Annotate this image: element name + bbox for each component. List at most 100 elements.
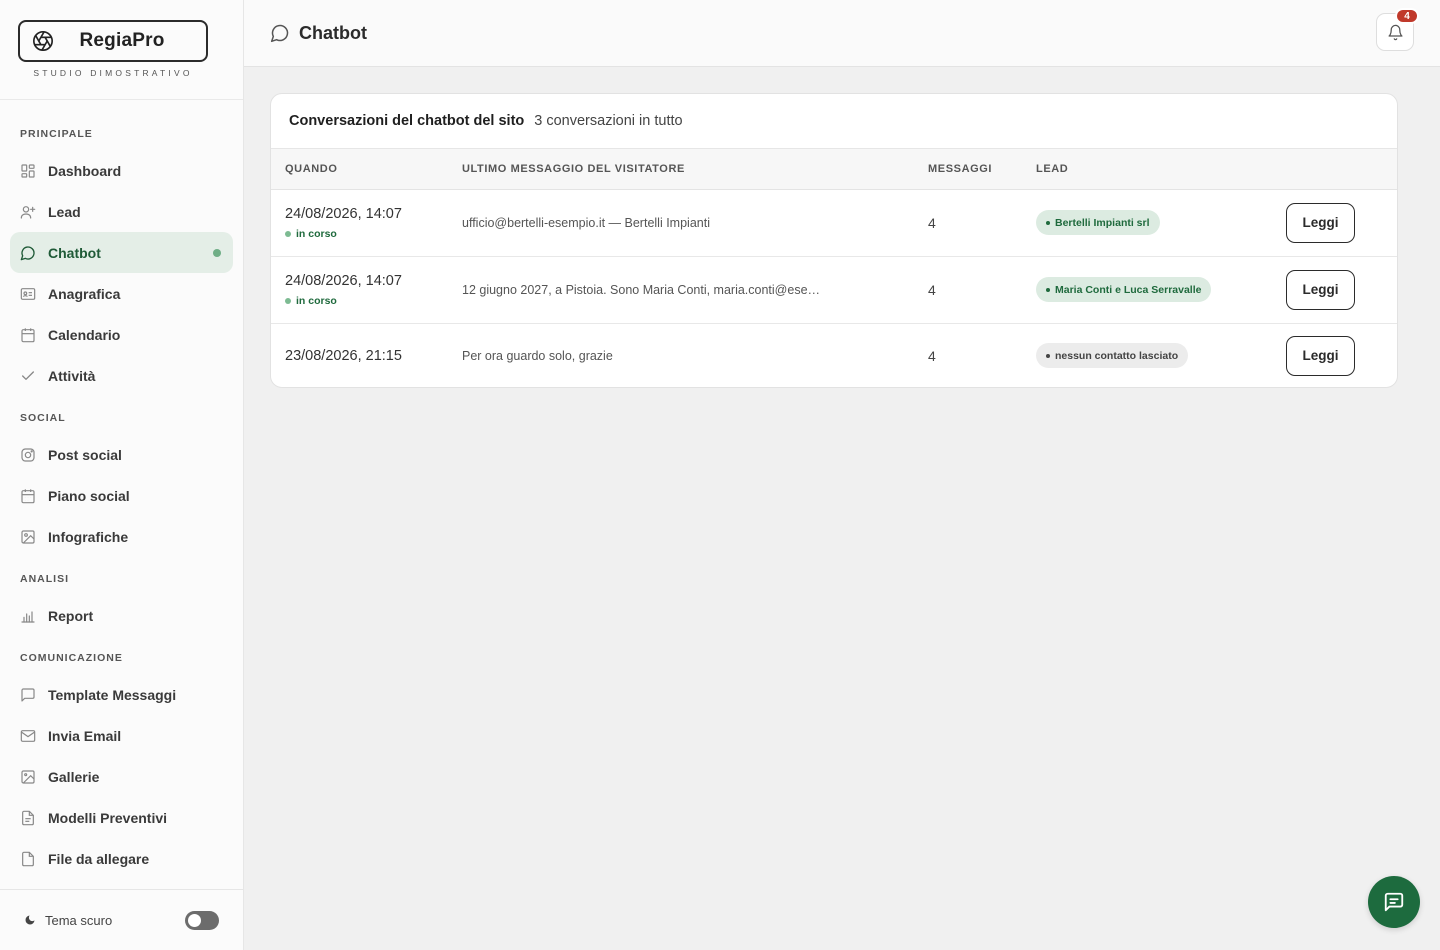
cell-action: Leggi: [1272, 256, 1397, 323]
sidebar-item-template-messaggi[interactable]: Template Messaggi: [10, 674, 233, 715]
read-button[interactable]: Leggi: [1286, 335, 1355, 376]
table-header-row: QUANDO ULTIMO MESSAGGIO DEL VISITATORE M…: [271, 149, 1397, 190]
sidebar-item-infografiche[interactable]: Infografiche: [10, 516, 233, 557]
message-count: 4: [928, 281, 936, 298]
page-title: Chatbot: [299, 22, 367, 43]
sidebar-item-label: Anagrafica: [48, 285, 121, 302]
sidebar-item-modelli-preventivi[interactable]: Modelli Preventivi: [10, 797, 233, 838]
sidebar-item-label: Modelli Preventivi: [48, 809, 168, 826]
sidebar-item-label: Calendario: [48, 326, 121, 343]
sidebar-item-attività[interactable]: Attività: [10, 355, 233, 396]
sidebar-item-piano-social[interactable]: Piano social: [10, 475, 233, 516]
active-indicator-dot: [213, 249, 221, 257]
sidebar-item-dashboard[interactable]: Dashboard: [10, 150, 233, 191]
sidebar-item-label: Gallerie: [48, 768, 100, 785]
calendar-icon: [20, 327, 36, 343]
conversation-date: 23/08/2026, 21:15: [285, 347, 402, 364]
last-message: 12 giugno 2027, a Pistoia. Sono Maria Co…: [462, 282, 821, 297]
last-message: ufficio@bertelli-esempio.it — Bertelli I…: [462, 215, 710, 230]
sidebar-item-label: File da allegare: [48, 850, 150, 867]
card-title: Conversazioni del chatbot del sito: [289, 113, 525, 129]
status-dot: [285, 230, 291, 237]
instagram-icon: [20, 447, 36, 463]
sidebar-item-anagrafica[interactable]: Anagrafica: [10, 273, 233, 314]
notification-badge: 4: [1395, 8, 1419, 24]
lead-chip[interactable]: nessun contatto lasciato: [1036, 343, 1189, 369]
lead-dot: [1046, 287, 1050, 292]
cell-when: 23/08/2026, 21:15: [271, 323, 448, 387]
cell-lead: nessun contatto lasciato: [1022, 323, 1272, 387]
table-body: 24/08/2026, 14:07 in corso ufficio@bertel…: [271, 189, 1397, 387]
table-row[interactable]: 24/08/2026, 14:07 in corso 12 giugno 2027…: [271, 256, 1397, 323]
cell-action: Leggi: [1272, 189, 1397, 256]
read-button[interactable]: Leggi: [1286, 202, 1355, 243]
dark-theme-label: Tema scuro: [45, 912, 113, 928]
column-header-when[interactable]: QUANDO: [271, 149, 448, 190]
sidebar-item-label: Attività: [48, 367, 96, 384]
sidebar-item-label: Chatbot: [48, 244, 101, 261]
cell-when: 24/08/2026, 14:07 in corso: [271, 256, 448, 323]
sidebar-item-chatbot[interactable]: Chatbot: [10, 232, 233, 273]
column-header-last-message[interactable]: ULTIMO MESSAGGIO DEL VISITATORE: [448, 149, 914, 190]
mail-icon: [20, 728, 36, 744]
brand-subtitle: STUDIO DIMOSTRATIVO: [33, 68, 193, 78]
lead-chip[interactable]: Maria Conti e Luca Serravalle: [1036, 277, 1212, 302]
table-row[interactable]: 24/08/2026, 14:07 in corso ufficio@bertel…: [271, 189, 1397, 256]
image-icon: [20, 529, 36, 545]
chat-fab-button[interactable]: [1368, 876, 1420, 928]
lead-name: Bertelli Impianti srl: [1055, 216, 1150, 229]
table-row[interactable]: 23/08/2026, 21:15 Per ora guardo solo, g…: [271, 323, 1397, 387]
lead-name: nessun contatto lasciato: [1055, 349, 1179, 362]
file-icon: [20, 851, 36, 867]
bell-icon: [1387, 24, 1403, 40]
conversation-date: 24/08/2026, 14:07: [285, 272, 402, 289]
sidebar-item-report[interactable]: Report: [10, 595, 233, 636]
card-header: Conversazioni del chatbot del sito 3 con…: [271, 94, 1397, 149]
sidebar-nav: PRINCIPALE Dashboard Lead Chatbot Anagrafica…: [0, 100, 243, 887]
sidebar-item-label: Invia Email: [48, 727, 122, 744]
user-plus-icon: [20, 204, 36, 220]
sidebar-item-label: Lead: [48, 203, 81, 220]
sidebar-item-label: Post social: [48, 446, 122, 463]
dark-theme-toggle[interactable]: [185, 911, 219, 930]
column-header-lead[interactable]: LEAD: [1022, 149, 1272, 190]
sidebar-item-post-social[interactable]: Post social: [10, 434, 233, 475]
chat-bubble-icon: [270, 24, 289, 43]
document-icon: [20, 810, 36, 826]
aperture-icon: [33, 31, 53, 51]
logo[interactable]: RegiaPro: [18, 20, 208, 62]
sidebar-item-calendario[interactable]: Calendario: [10, 314, 233, 355]
notifications-button[interactable]: 4: [1376, 8, 1419, 51]
status-text: in corso: [296, 227, 337, 240]
sidebar-item-file-da-allegare[interactable]: File da allegare: [10, 838, 233, 879]
sidebar-item-invia-email[interactable]: Invia Email: [10, 715, 233, 756]
lead-dot: [1046, 353, 1050, 358]
sidebar-item-lead[interactable]: Lead: [10, 191, 233, 232]
chat-bubble-icon: [20, 245, 36, 261]
cell-lead: Bertelli Impianti srl: [1022, 189, 1272, 256]
brand: RegiaPro STUDIO DIMOSTRATIVO: [0, 0, 243, 100]
column-header-actions: [1272, 149, 1397, 190]
grid-icon: [20, 163, 36, 179]
column-header-messages[interactable]: MESSAGGI: [914, 149, 1022, 190]
cell-count: 4: [914, 256, 1022, 323]
sidebar-item-gallerie[interactable]: Gallerie: [10, 756, 233, 797]
sidebar-item-label: Piano social: [48, 487, 130, 504]
cell-action: Leggi: [1272, 323, 1397, 387]
conversation-date: 24/08/2026, 14:07: [285, 205, 402, 222]
conversations-table: QUANDO ULTIMO MESSAGGIO DEL VISITATORE M…: [271, 149, 1397, 387]
id-card-icon: [20, 286, 36, 302]
lead-name: Maria Conti e Luca Serravalle: [1055, 283, 1202, 296]
check-icon: [20, 368, 36, 384]
cell-message: Per ora guardo solo, grazie: [448, 323, 914, 387]
message-count: 4: [928, 347, 936, 364]
sidebar-item-label: Dashboard: [48, 162, 122, 179]
cell-count: 4: [914, 323, 1022, 387]
sidebar-section-title: ANALISI: [20, 573, 69, 585]
cell-lead: Maria Conti e Luca Serravalle: [1022, 256, 1272, 323]
sidebar-item-label: Template Messaggi: [48, 686, 177, 703]
lead-chip[interactable]: Bertelli Impianti srl: [1036, 210, 1160, 235]
gallery-icon: [20, 769, 36, 785]
conversations-card: Conversazioni del chatbot del sito 3 con…: [270, 93, 1398, 388]
read-button[interactable]: Leggi: [1286, 269, 1355, 310]
